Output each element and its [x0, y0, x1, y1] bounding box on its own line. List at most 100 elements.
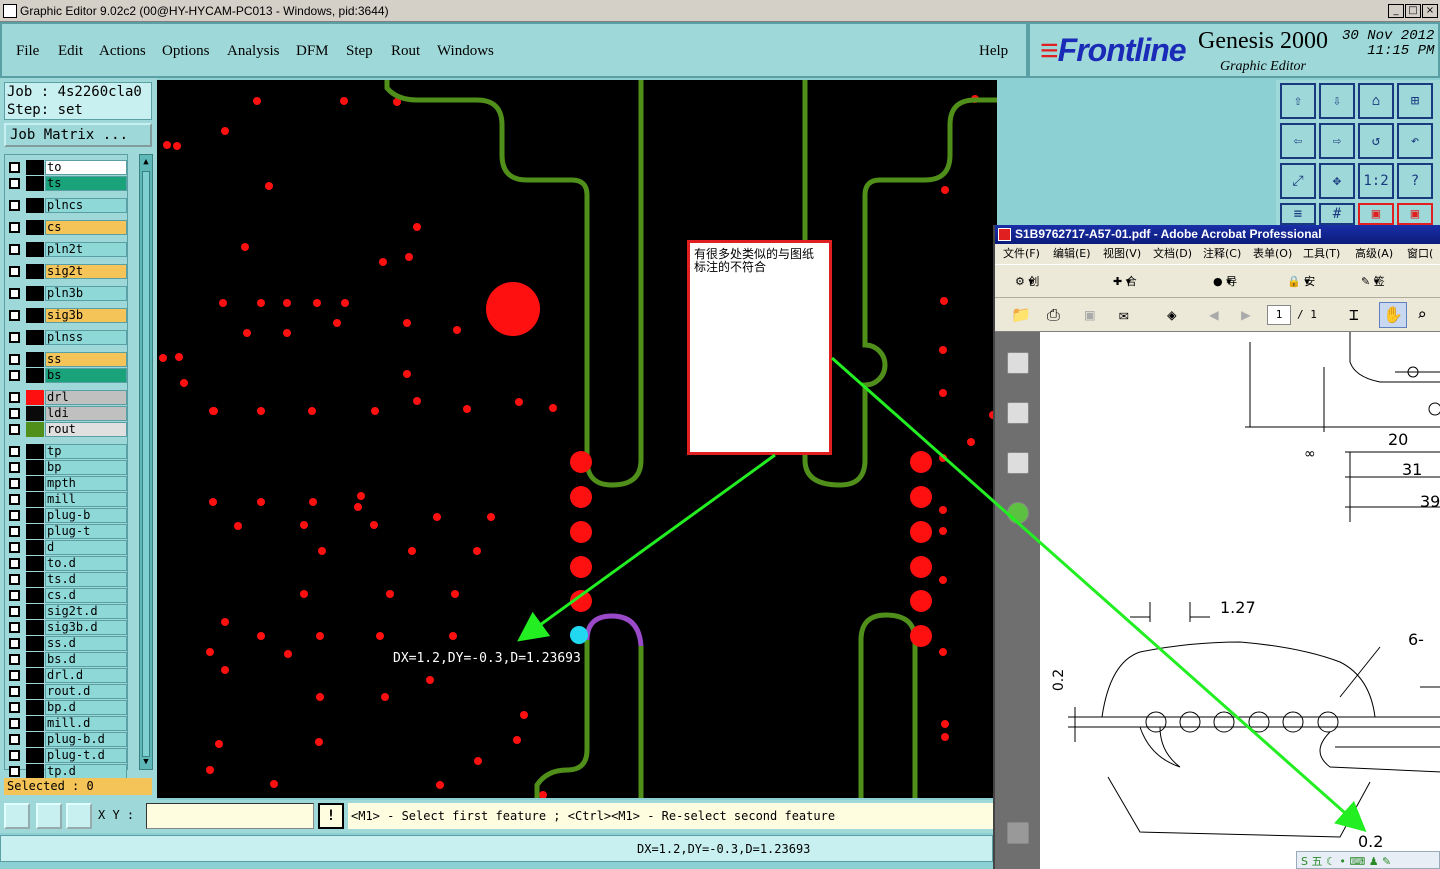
sign-button[interactable]: ✎ 签名 ▾: [1361, 265, 1385, 322]
acr-menu-advanced[interactable]: 高级(A): [1355, 244, 1393, 264]
layer-checkbox[interactable]: [9, 718, 20, 729]
export-button[interactable]: ● 导出 ▾: [1213, 265, 1237, 322]
layer-name[interactable]: plug-b.d: [45, 732, 127, 747]
layer-scrollbar[interactable]: ▲ ▼: [139, 154, 153, 770]
layer-checkbox[interactable]: [9, 332, 20, 343]
layer-name[interactable]: bp: [45, 460, 127, 475]
layer-name[interactable]: ss: [45, 352, 127, 367]
acr-menu-forms[interactable]: 表单(O): [1253, 244, 1292, 264]
home-icon[interactable]: ⌂: [1358, 83, 1394, 119]
layer-row-d[interactable]: d: [9, 540, 127, 555]
layer-row-tp.d[interactable]: tp.d: [9, 764, 127, 779]
layer-checkbox[interactable]: [9, 638, 20, 649]
layer-name[interactable]: tp.d: [45, 764, 127, 779]
acr-menu-view[interactable]: 视图(V): [1103, 244, 1141, 264]
acr-menu-document[interactable]: 文档(D): [1153, 244, 1192, 264]
board2-icon[interactable]: ▣: [1397, 203, 1433, 225]
layer-checkbox[interactable]: [9, 446, 20, 457]
layer-checkbox[interactable]: [9, 392, 20, 403]
layer-checkbox[interactable]: [9, 478, 20, 489]
menu-help[interactable]: Help: [979, 43, 1008, 60]
acr-menu-window[interactable]: 窗口(: [1407, 244, 1433, 264]
scroll-up-icon[interactable]: ▲: [141, 156, 151, 168]
graphic-canvas[interactable]: [157, 80, 997, 798]
zoom-tool-icon[interactable]: ⌕: [1417, 305, 1427, 324]
layer-name[interactable]: rout.d: [45, 684, 127, 699]
pdf-document[interactable]: 20 31 39 1.27 6- 0.2 0.2 ∞: [1040, 332, 1440, 869]
layer-name[interactable]: to.d: [45, 556, 127, 571]
print-icon[interactable]: ⎙: [1047, 305, 1060, 325]
snap-icon[interactable]: [4, 803, 30, 829]
review-icon[interactable]: ◈: [1167, 305, 1177, 324]
layer-name[interactable]: mpth: [45, 476, 127, 491]
save-icon[interactable]: ▣: [1085, 305, 1095, 324]
layer-row-bp.d[interactable]: bp.d: [9, 700, 127, 715]
angle-icon[interactable]: [36, 803, 62, 829]
window-icon[interactable]: ⊞: [1397, 83, 1433, 119]
job-matrix-button[interactable]: Job Matrix ...: [4, 123, 152, 147]
layer-checkbox[interactable]: [9, 526, 20, 537]
layer-checkbox[interactable]: [9, 542, 20, 553]
layer-row-rout[interactable]: rout: [9, 422, 127, 437]
secure-button[interactable]: 🔒 安全 ▾: [1287, 265, 1315, 322]
layer-checkbox[interactable]: [9, 574, 20, 585]
layer-name[interactable]: pln3b: [45, 286, 127, 301]
menu-step[interactable]: Step: [346, 43, 373, 60]
layer-row-ss.d[interactable]: ss.d: [9, 636, 127, 651]
layer-row-rout.d[interactable]: rout.d: [9, 684, 127, 699]
layer-row-plnss[interactable]: plnss: [9, 330, 127, 345]
layer-row-plncs[interactable]: plncs: [9, 198, 127, 213]
menu-windows[interactable]: Windows: [437, 43, 494, 60]
undo-icon[interactable]: ↶: [1397, 123, 1433, 159]
layer-name[interactable]: ss.d: [45, 636, 127, 651]
layer-name[interactable]: ldi: [45, 406, 127, 421]
layer-name[interactable]: bs.d: [45, 652, 127, 667]
layer-checkbox[interactable]: [9, 766, 20, 777]
layer-name[interactable]: sig2t: [45, 264, 127, 279]
page-number-input[interactable]: 1: [1267, 305, 1291, 325]
layer-name[interactable]: bp.d: [45, 700, 127, 715]
grid-icon[interactable]: #: [1319, 203, 1355, 225]
layer-checkbox[interactable]: [9, 310, 20, 321]
layer-row-sig3b.d[interactable]: sig3b.d: [9, 620, 127, 635]
pan-right-icon[interactable]: ⇨: [1319, 123, 1355, 159]
pages-icon[interactable]: [1007, 352, 1029, 374]
create-pdf-button[interactable]: ⚙ 创建 PDF ▾: [1015, 265, 1050, 356]
layer-checkbox[interactable]: [9, 510, 20, 521]
menu-options[interactable]: Options: [162, 43, 210, 60]
acr-menu-comment[interactable]: 注释(C): [1203, 244, 1241, 264]
layer-name[interactable]: cs.d: [45, 588, 127, 603]
layer-row-bp[interactable]: bp: [9, 460, 127, 475]
layer-row-pln2t[interactable]: pln2t: [9, 242, 127, 257]
combine-files-button[interactable]: ✚ 合并文件 ▾: [1113, 265, 1137, 390]
measure-icon[interactable]: ≡: [1280, 203, 1316, 225]
layer-checkbox[interactable]: [9, 244, 20, 255]
layer-checkbox[interactable]: [9, 606, 20, 617]
layer-name[interactable]: d: [45, 540, 127, 555]
zoom-out-icon[interactable]: ⇩: [1319, 83, 1355, 119]
email-icon[interactable]: ✉: [1119, 305, 1129, 324]
layer-name[interactable]: bs: [45, 368, 127, 383]
layer-name[interactable]: to: [45, 160, 127, 175]
layer-checkbox[interactable]: [9, 734, 20, 745]
layer-checkbox[interactable]: [9, 558, 20, 569]
help-icon[interactable]: ?: [1397, 163, 1433, 199]
layer-name[interactable]: sig3b: [45, 308, 127, 323]
layer-row-mill.d[interactable]: mill.d: [9, 716, 127, 731]
layer-checkbox[interactable]: [9, 266, 20, 277]
maximize-button[interactable]: □: [1405, 4, 1421, 18]
layer-row-sig3b[interactable]: sig3b: [9, 308, 127, 323]
layer-checkbox[interactable]: [9, 654, 20, 665]
layer-name[interactable]: pln2t: [45, 242, 127, 257]
close-button[interactable]: ×: [1422, 4, 1438, 18]
layer-name[interactable]: plnss: [45, 330, 127, 345]
signatures-icon[interactable]: [1007, 452, 1029, 474]
layer-checkbox[interactable]: [9, 670, 20, 681]
layer-row-drl.d[interactable]: drl.d: [9, 668, 127, 683]
layer-row-pln3b[interactable]: pln3b: [9, 286, 127, 301]
open-folder-icon[interactable]: 📁: [1011, 305, 1031, 324]
layer-checkbox[interactable]: [9, 750, 20, 761]
menu-dfm[interactable]: DFM: [296, 43, 329, 60]
redraw-icon[interactable]: ↺: [1358, 123, 1394, 159]
layer-checkbox[interactable]: [9, 408, 20, 419]
